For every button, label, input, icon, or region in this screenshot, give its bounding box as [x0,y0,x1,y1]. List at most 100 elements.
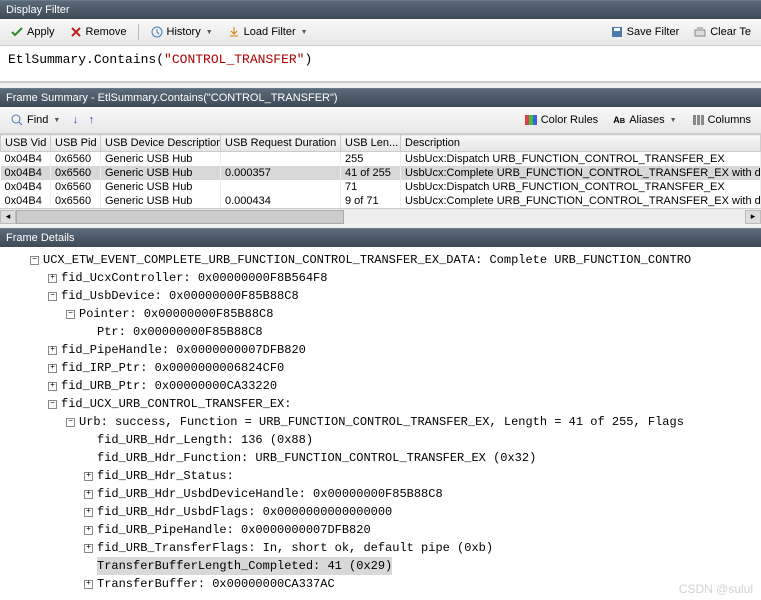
chevron-down-icon: ▼ [206,29,213,36]
column-header[interactable]: USB Device Description [101,135,221,152]
tree-row[interactable]: TransferBufferLength_Completed: 41 (0x29… [2,557,759,575]
tree-row[interactable]: −UCX_ETW_EVENT_COMPLETE_URB_FUNCTION_CON… [2,251,759,269]
frame-summary-table[interactable]: USB VidUSB PidUSB Device DescriptionUSB … [0,134,761,208]
column-header[interactable]: USB Len... [341,135,401,152]
column-header[interactable]: Description [401,135,761,152]
expand-icon[interactable]: + [48,274,57,283]
check-icon [10,25,24,39]
tree-row[interactable]: −fid_UsbDevice: 0x00000000F85B88C8 [2,287,759,305]
collapse-icon[interactable]: − [66,418,75,427]
clear-text-button[interactable]: Clear Te [687,22,757,42]
table-row[interactable]: 0x04B40x6560Generic USB Hub0.0004349 of … [1,194,761,208]
apply-button[interactable]: Apply [4,22,61,42]
tree-label: fid_URB_PipeHandle: 0x0000000007DFB820 [97,521,371,539]
chevron-down-icon: ▼ [670,117,677,124]
tree-row[interactable]: −Urb: success, Function = URB_FUNCTION_C… [2,413,759,431]
find-button[interactable]: Find▼ [4,110,66,130]
tree-row[interactable]: + fid_URB_TransferFlags: In, short ok, de… [2,539,759,557]
table-row[interactable]: 0x04B40x6560Generic USB Hub71UsbUcx:Disp… [1,180,761,194]
tree-row[interactable]: fid_URB_Hdr_Function: URB_FUNCTION_CONTR… [2,449,759,467]
expand-icon[interactable]: + [84,544,93,553]
scroll-right-button[interactable]: ▸ [745,210,761,224]
horizontal-scrollbar[interactable]: ◂ ▸ [0,208,761,224]
expand-icon[interactable]: + [84,490,93,499]
chevron-down-icon: ▼ [301,29,308,36]
tree-row[interactable]: + fid_IRP_Ptr: 0x0000000006824CF0 [2,359,759,377]
tree-label: Pointer: 0x00000000F85B88C8 [79,305,273,323]
tree-label: fid_UsbDevice: 0x00000000F85B88C8 [61,287,299,305]
columns-button[interactable]: Columns [685,110,757,130]
clear-icon [693,25,707,39]
column-header[interactable]: USB Vid [1,135,51,152]
scroll-left-button[interactable]: ◂ [0,210,16,224]
expand-icon[interactable]: + [48,382,57,391]
expand-icon[interactable]: + [48,346,57,355]
tree-row[interactable]: + TransferBuffer: 0x00000000CA337AC [2,575,759,593]
table-row[interactable]: 0x04B40x6560Generic USB Hub0.00035741 of… [1,166,761,180]
tree-label: TransferBufferLength_Completed: 41 (0x29… [97,557,392,575]
frame-details-tree[interactable]: −UCX_ETW_EVENT_COMPLETE_URB_FUNCTION_CON… [0,247,761,597]
tree-row[interactable]: + fid_URB_Hdr_UsbdFlags: 0x00000000000000… [2,503,759,521]
load-icon [227,25,241,39]
tree-label: fid_PipeHandle: 0x0000000007DFB820 [61,341,306,359]
tree-label: UCX_ETW_EVENT_COMPLETE_URB_FUNCTION_CONT… [43,251,691,269]
arrow-down-button[interactable]: ↓ [68,113,82,127]
tree-row[interactable]: + fid_PipeHandle: 0x0000000007DFB820 [2,341,759,359]
frame-summary-header: Frame Summary - EtlSummary.Contains("CON… [0,88,761,107]
tree-row[interactable]: + fid_URB_PipeHandle: 0x0000000007DFB820 [2,521,759,539]
collapse-icon[interactable]: − [66,310,75,319]
expand-icon[interactable]: + [48,364,57,373]
collapse-icon[interactable]: − [48,292,57,301]
tree-label: fid_IRP_Ptr: 0x0000000006824CF0 [61,359,284,377]
history-button[interactable]: History▼ [144,22,219,42]
scroll-thumb[interactable] [16,210,344,224]
expand-icon[interactable]: + [84,580,93,589]
tree-row[interactable]: + fid_URB_Hdr_Status: [2,467,759,485]
tree-row[interactable]: + fid_URB_Ptr: 0x00000000CA33220 [2,377,759,395]
save-icon [610,25,624,39]
filter-expression-input[interactable]: EtlSummary.Contains("CONTROL_TRANSFER") [0,46,761,82]
tree-label: fid_URB_Hdr_Status: [97,467,234,485]
tree-label: TransferBuffer: 0x00000000CA337AC [97,575,335,593]
expand-icon[interactable]: + [84,472,93,481]
tree-label: Ptr: 0x00000000F85B88C8 [97,323,263,341]
color-rules-icon [524,113,538,127]
tree-row[interactable]: + fid_UcxController: 0x00000000F8B564F8 [2,269,759,287]
column-header[interactable]: USB Request Duration [221,135,341,152]
tree-row[interactable]: + fid_URB_Hdr_UsbdDeviceHandle: 0x0000000… [2,485,759,503]
tree-row[interactable]: −fid_UCX_URB_CONTROL_TRANSFER_EX: [2,395,759,413]
tree-label: fid_UcxController: 0x00000000F8B564F8 [61,269,327,287]
display-filter-header: Display Filter [0,0,761,19]
aliases-icon: AB [612,113,626,127]
column-header[interactable]: USB Pid [51,135,101,152]
collapse-icon[interactable]: − [30,256,39,265]
x-icon [69,25,83,39]
load-filter-button[interactable]: Load Filter▼ [221,22,314,42]
tree-label: fid_URB_Hdr_UsbdDeviceHandle: 0x00000000… [97,485,443,503]
table-row[interactable]: 0x04B40x6560Generic USB Hub255UsbUcx:Dis… [1,152,761,167]
tree-label: fid_URB_Hdr_UsbdFlags: 0x000000000000000… [97,503,392,521]
expand-icon[interactable]: + [84,508,93,517]
filter-argument: "CONTROL_TRANSFER" [164,52,304,67]
filter-function: EtlSummary.Contains [8,52,156,67]
expand-icon[interactable]: + [84,526,93,535]
history-icon [150,25,164,39]
tree-label: fid_URB_TransferFlags: In, short ok, def… [97,539,493,557]
color-rules-button[interactable]: Color Rules [518,110,604,130]
collapse-icon[interactable]: − [48,400,57,409]
chevron-down-icon: ▼ [53,117,60,124]
display-filter-toolbar: Apply Remove History▼ Load Filter▼ Save … [0,19,761,46]
tree-label: Urb: success, Function = URB_FUNCTION_CO… [79,413,684,431]
tree-label: fid_UCX_URB_CONTROL_TRANSFER_EX: [61,395,291,413]
save-filter-button[interactable]: Save Filter [604,22,686,42]
tree-row[interactable]: Ptr: 0x00000000F85B88C8 [2,323,759,341]
aliases-button[interactable]: ABAliases▼ [606,110,682,130]
remove-button[interactable]: Remove [63,22,133,42]
tree-label: fid_URB_Ptr: 0x00000000CA33220 [61,377,277,395]
columns-icon [691,113,705,127]
tree-row[interactable]: −Pointer: 0x00000000F85B88C8 [2,305,759,323]
tree-row[interactable]: fid_URB_Hdr_Length: 136 (0x88) [2,431,759,449]
tree-label: fid_URB_Hdr_Length: 136 (0x88) [97,431,313,449]
watermark: CSDN @sulul [679,582,753,596]
arrow-up-button[interactable]: ↑ [84,113,98,127]
